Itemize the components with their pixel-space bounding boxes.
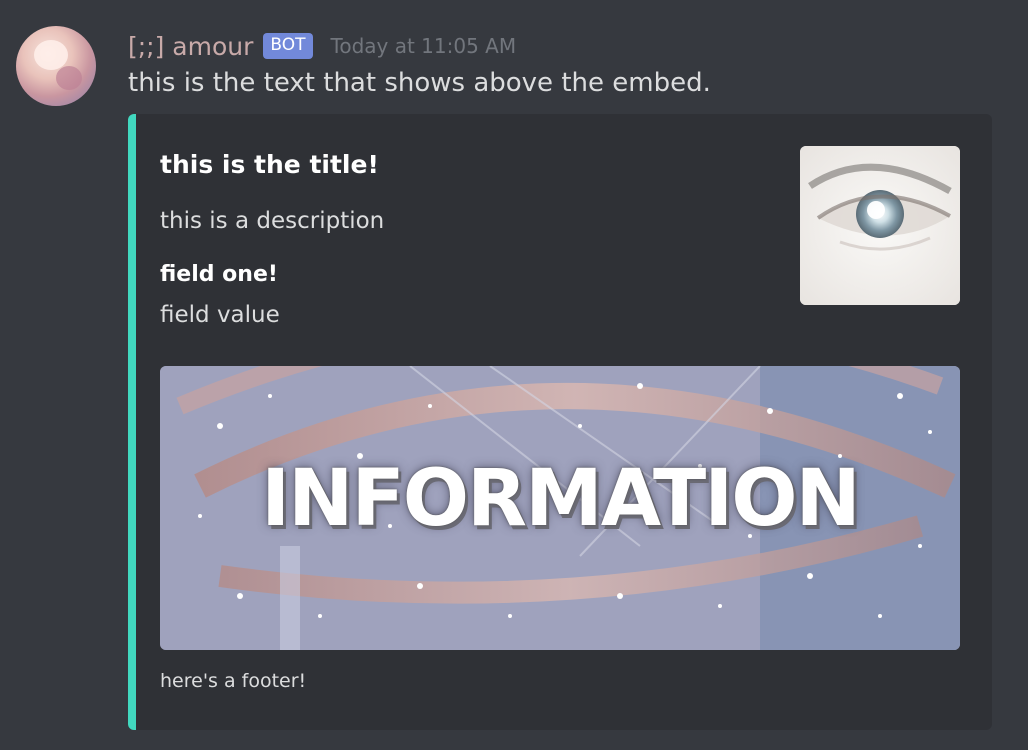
eye-closeup-image	[800, 146, 960, 305]
embed-title: this is the title!	[160, 150, 379, 179]
message-header: [;;] amour BOT Today at 11:05 AM	[128, 26, 516, 66]
username[interactable]: [;;] amour	[128, 32, 253, 61]
chat-message: [;;] amour BOT Today at 11:05 AM this is…	[0, 0, 1028, 750]
image-banner-text: INFORMATION	[261, 454, 861, 544]
user-avatar[interactable]	[16, 26, 96, 106]
message-content: this is the text that shows above the em…	[128, 68, 711, 98]
avatar-detail	[34, 40, 68, 70]
embed-image[interactable]: INFORMATION	[160, 366, 960, 650]
embed-description: this is a description	[160, 208, 385, 234]
embed-field-name: field one!	[160, 262, 278, 287]
bot-badge: BOT	[263, 33, 313, 59]
message-embed: this is the title! this is a description…	[128, 114, 992, 730]
message-timestamp[interactable]: Today at 11:05 AM	[331, 34, 517, 58]
embed-thumbnail[interactable]	[800, 146, 960, 305]
embed-color-bar	[128, 114, 136, 730]
avatar-detail	[56, 66, 82, 90]
embed-field-value: field value	[160, 302, 280, 328]
embed-footer: here's a footer!	[160, 670, 307, 692]
